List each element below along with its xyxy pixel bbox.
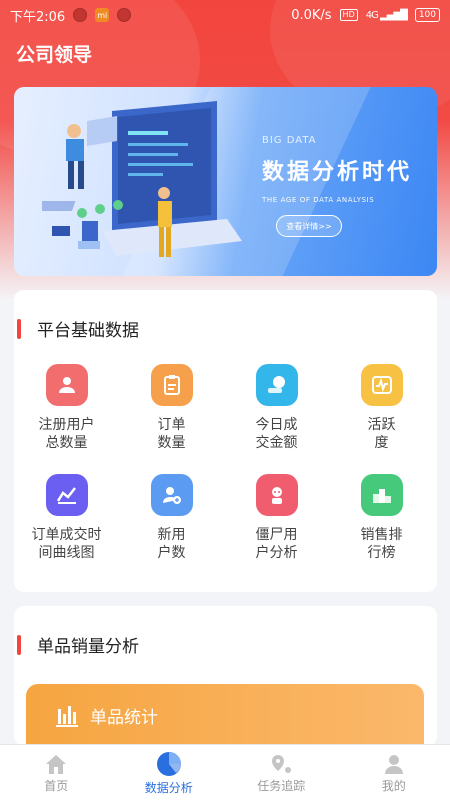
- section-header: 平台基础数据: [14, 316, 139, 341]
- location-icon: [269, 753, 293, 775]
- section-title: 平台基础数据: [37, 316, 139, 341]
- menu-item-sales-ranking[interactable]: 销售排 行榜: [329, 474, 434, 562]
- profile-icon: [382, 753, 406, 775]
- menu-label: 僵尸用 户分析: [224, 526, 329, 562]
- status-time: 下午2:06: [10, 6, 65, 25]
- podium-icon: [361, 474, 403, 516]
- menu-label: 订单 数量: [119, 416, 224, 452]
- data-analysis-illustration: [42, 101, 242, 271]
- tab-home[interactable]: 首页: [0, 745, 113, 801]
- tab-label: 我的: [382, 777, 406, 794]
- menu-item-order-time-curve[interactable]: 订单成交时 间曲线图: [14, 474, 119, 562]
- notification-icon: [117, 8, 131, 22]
- tab-label: 首页: [44, 777, 68, 794]
- mi-app-icon: mi: [95, 8, 109, 22]
- zombie-user-icon: [256, 474, 298, 516]
- tab-profile[interactable]: 我的: [338, 745, 450, 801]
- product-stats-label: 单品统计: [90, 703, 158, 728]
- promo-banner[interactable]: BIG DATA 数据分析时代 THE AGE OF DATA ANALYSIS…: [14, 87, 437, 276]
- notification-icon: [73, 8, 87, 22]
- pie-chart-icon: [156, 751, 182, 777]
- menu-label: 注册用户 总数量: [14, 416, 119, 452]
- product-stats-button[interactable]: 单品统计: [26, 684, 424, 746]
- page-title: 公司领导: [16, 40, 92, 67]
- menu-label: 活跃 度: [329, 416, 434, 452]
- status-bar: 下午2:06 mi 0.0K/s HD 4G ▂▄▆█ 100: [0, 0, 450, 30]
- add-user-icon: [151, 474, 193, 516]
- tab-task-tracking[interactable]: 任务追踪: [225, 745, 338, 801]
- money-icon: [256, 364, 298, 406]
- menu-item-zombie-users[interactable]: 僵尸用 户分析: [224, 474, 329, 562]
- home-icon: [44, 753, 68, 775]
- battery-icon: 100: [415, 8, 440, 22]
- bar-chart-icon: [54, 703, 80, 727]
- section-marker: [17, 635, 21, 655]
- banner-subtitle: THE AGE OF DATA ANALYSIS: [262, 196, 412, 204]
- menu-item-registered-users[interactable]: 注册用户 总数量: [14, 364, 119, 452]
- tab-label: 任务追踪: [257, 777, 305, 794]
- banner-title: 数据分析时代: [262, 154, 412, 186]
- menu-item-activity[interactable]: 活跃 度: [329, 364, 434, 452]
- banner-kicker: BIG DATA: [262, 135, 412, 146]
- menu-label: 销售排 行榜: [329, 526, 434, 562]
- menu-label: 今日成 交金额: [224, 416, 329, 452]
- signal-icon: 4G ▂▄▆█: [366, 10, 407, 21]
- bottom-tab-bar: 首页 数据分析 任务追踪 我的: [0, 744, 450, 801]
- network-speed: 0.0K/s: [291, 8, 331, 23]
- menu-label: 订单成交时 间曲线图: [14, 526, 119, 562]
- menu-item-orders[interactable]: 订单 数量: [119, 364, 224, 452]
- users-icon: [46, 364, 88, 406]
- menu-item-today-turnover[interactable]: 今日成 交金额: [224, 364, 329, 452]
- product-sales-card: 单品销量分析 单品统计: [14, 606, 437, 746]
- platform-basic-data-card: 平台基础数据 注册用户 总数量 订单 数量 今日成 交金额 活跃 度: [14, 290, 437, 592]
- menu-label: 新用 户数: [119, 526, 224, 562]
- section-title: 单品销量分析: [37, 632, 139, 657]
- tab-data-analysis[interactable]: 数据分析: [113, 745, 226, 801]
- section-marker: [17, 319, 21, 339]
- activity-icon: [361, 364, 403, 406]
- chart-line-icon: [46, 474, 88, 516]
- hd-icon: HD: [340, 9, 358, 21]
- menu-item-new-users[interactable]: 新用 户数: [119, 474, 224, 562]
- section-header: 单品销量分析: [14, 632, 139, 657]
- tab-label: 数据分析: [145, 779, 193, 796]
- clipboard-icon: [151, 364, 193, 406]
- view-details-button[interactable]: 查看详情>>: [276, 215, 342, 237]
